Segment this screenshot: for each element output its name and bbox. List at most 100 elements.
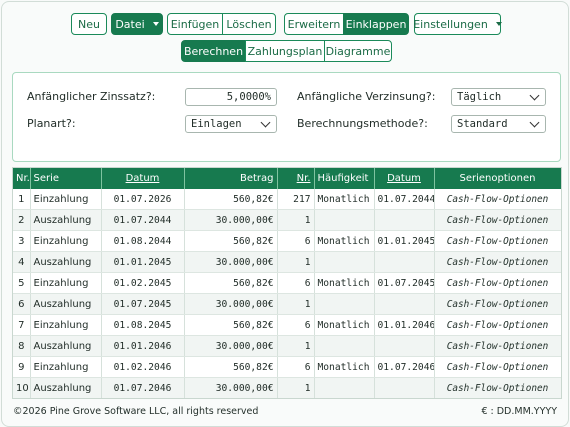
insert-button[interactable]: Einfügen xyxy=(167,13,223,35)
anzahl-cell[interactable]: 1 xyxy=(277,293,315,315)
anzahl-cell[interactable]: 1 xyxy=(277,335,315,357)
anzahl-cell[interactable]: 6 xyxy=(277,356,315,378)
betrag-cell[interactable]: 560,82€ xyxy=(184,356,278,378)
haeufigkeit-cell[interactable] xyxy=(314,377,375,398)
haeufigkeit-cell[interactable] xyxy=(314,209,375,231)
settings-menu-button[interactable]: Einstellungen xyxy=(413,13,502,35)
collapse-button[interactable]: Einklappen xyxy=(343,13,409,35)
interest-rate-input[interactable]: 5,0000% xyxy=(185,88,277,106)
delete-button[interactable]: Löschen xyxy=(222,13,276,35)
betrag-cell[interactable]: 560,82€ xyxy=(184,230,278,252)
row-number[interactable]: 4 xyxy=(13,251,31,273)
datum-cell[interactable]: 01.02.2046 xyxy=(101,356,185,378)
row-number[interactable]: 3 xyxy=(13,230,31,252)
enddatum-cell[interactable] xyxy=(374,293,435,315)
datum-cell[interactable]: 01.01.2045 xyxy=(101,251,185,273)
serie-cell[interactable]: Auszahlung xyxy=(30,293,102,315)
datum-cell[interactable]: 01.07.2046 xyxy=(101,377,185,398)
table-row[interactable]: 4 Auszahlung 01.01.2045 30.000,00€ 1 Cash-Flo… xyxy=(13,251,561,273)
anzahl-cell[interactable]: 217 xyxy=(277,189,315,210)
serie-cell[interactable]: Einzahlung xyxy=(30,314,102,336)
enddatum-cell[interactable] xyxy=(374,209,435,231)
haeufigkeit-cell[interactable] xyxy=(314,251,375,273)
anzahl-cell[interactable]: 6 xyxy=(277,314,315,336)
tab-zahlungsplan[interactable]: Zahlungsplan xyxy=(245,40,325,62)
betrag-cell[interactable]: 30.000,00€ xyxy=(184,251,278,273)
serienoptionen-cell[interactable]: Cash-Flow-Optionen xyxy=(434,209,561,231)
betrag-cell[interactable]: 30.000,00€ xyxy=(184,377,278,398)
row-number[interactable]: 1 xyxy=(13,189,31,210)
plan-type-select[interactable]: Einlagen xyxy=(185,115,277,133)
table-row[interactable]: 7 Einzahlung 01.08.2045 560,82€ 6 Monatlich 01… xyxy=(13,314,561,336)
table-row[interactable]: 9 Einzahlung 01.02.2046 560,82€ 6 Monatlich 01… xyxy=(13,356,561,378)
cashflow-table-container[interactable]: Nr. Serie Datum Betrag Nr. Häufigkeit Da… xyxy=(12,167,562,399)
haeufigkeit-cell[interactable]: Monatlich xyxy=(314,272,375,294)
serie-cell[interactable]: Auszahlung xyxy=(30,251,102,273)
row-number[interactable]: 8 xyxy=(13,335,31,357)
table-row[interactable]: 5 Einzahlung 01.02.2045 560,82€ 6 Monatlich 01… xyxy=(13,272,561,294)
datum-cell[interactable]: 01.01.2046 xyxy=(101,335,185,357)
col-header-anzahl[interactable]: Nr. xyxy=(277,168,315,189)
anzahl-cell[interactable]: 6 xyxy=(277,272,315,294)
haeufigkeit-cell[interactable]: Monatlich xyxy=(314,230,375,252)
enddatum-cell[interactable]: 01.01.2046 xyxy=(374,314,435,336)
haeufigkeit-cell[interactable]: Monatlich xyxy=(314,314,375,336)
tab-berechnen[interactable]: Berechnen xyxy=(181,40,246,62)
serienoptionen-cell[interactable]: Cash-Flow-Optionen xyxy=(434,189,561,210)
enddatum-cell[interactable] xyxy=(374,251,435,273)
row-number[interactable]: 6 xyxy=(13,293,31,315)
enddatum-cell[interactable] xyxy=(374,335,435,357)
serienoptionen-cell[interactable]: Cash-Flow-Optionen xyxy=(434,377,561,398)
row-number[interactable]: 10 xyxy=(13,377,31,398)
serienoptionen-cell[interactable]: Cash-Flow-Optionen xyxy=(434,314,561,336)
table-row[interactable]: 2 Auszahlung 01.07.2044 30.000,00€ 1 Cash-Flo… xyxy=(13,209,561,231)
serienoptionen-cell[interactable]: Cash-Flow-Optionen xyxy=(434,335,561,357)
betrag-cell[interactable]: 30.000,00€ xyxy=(184,293,278,315)
serie-cell[interactable]: Einzahlung xyxy=(30,356,102,378)
haeufigkeit-cell[interactable]: Monatlich xyxy=(314,189,375,210)
enddatum-cell[interactable]: 01.07.2046 xyxy=(374,356,435,378)
table-row[interactable]: 1 Einzahlung 01.07.2026 560,82€ 217 Monatlich… xyxy=(13,189,561,210)
enddatum-cell[interactable]: 01.01.2045 xyxy=(374,230,435,252)
haeufigkeit-cell[interactable] xyxy=(314,335,375,357)
serie-cell[interactable]: Auszahlung xyxy=(30,209,102,231)
datum-cell[interactable]: 01.07.2045 xyxy=(101,293,185,315)
row-number[interactable]: 5 xyxy=(13,272,31,294)
table-row[interactable]: 6 Auszahlung 01.07.2045 30.000,00€ 1 Cash-Flo… xyxy=(13,293,561,315)
expand-button[interactable]: Erweitern xyxy=(284,13,344,35)
betrag-cell[interactable]: 560,82€ xyxy=(184,314,278,336)
serie-cell[interactable]: Einzahlung xyxy=(30,189,102,210)
table-row[interactable]: 3 Einzahlung 01.08.2044 560,82€ 6 Monatlich 01… xyxy=(13,230,561,252)
col-header-enddatum[interactable]: Datum xyxy=(374,168,435,189)
serie-cell[interactable]: Einzahlung xyxy=(30,230,102,252)
anzahl-cell[interactable]: 1 xyxy=(277,251,315,273)
haeufigkeit-cell[interactable] xyxy=(314,293,375,315)
betrag-cell[interactable]: 30.000,00€ xyxy=(184,209,278,231)
row-number[interactable]: 9 xyxy=(13,356,31,378)
betrag-cell[interactable]: 560,82€ xyxy=(184,272,278,294)
serienoptionen-cell[interactable]: Cash-Flow-Optionen xyxy=(434,293,561,315)
serie-cell[interactable]: Auszahlung xyxy=(30,335,102,357)
haeufigkeit-cell[interactable]: Monatlich xyxy=(314,356,375,378)
enddatum-cell[interactable] xyxy=(374,377,435,398)
anzahl-cell[interactable]: 6 xyxy=(277,230,315,252)
table-row[interactable]: 10 Auszahlung 01.07.2046 30.000,00€ 1 Cash-Fl… xyxy=(13,377,561,398)
serie-cell[interactable]: Auszahlung xyxy=(30,377,102,398)
serienoptionen-cell[interactable]: Cash-Flow-Optionen xyxy=(434,230,561,252)
datum-cell[interactable]: 01.02.2045 xyxy=(101,272,185,294)
anzahl-cell[interactable]: 1 xyxy=(277,209,315,231)
table-row[interactable]: 8 Auszahlung 01.01.2046 30.000,00€ 1 Cash-Flo… xyxy=(13,335,561,357)
serienoptionen-cell[interactable]: Cash-Flow-Optionen xyxy=(434,356,561,378)
calc-method-select[interactable]: Standard xyxy=(451,115,546,133)
row-number[interactable]: 2 xyxy=(13,209,31,231)
serie-cell[interactable]: Einzahlung xyxy=(30,272,102,294)
datum-cell[interactable]: 01.07.2044 xyxy=(101,209,185,231)
datum-cell[interactable]: 01.08.2045 xyxy=(101,314,185,336)
compounding-select[interactable]: Täglich xyxy=(451,88,546,106)
tab-diagramme[interactable]: Diagramme xyxy=(324,40,392,62)
betrag-cell[interactable]: 560,82€ xyxy=(184,189,278,210)
enddatum-cell[interactable]: 01.07.2044 xyxy=(374,189,435,210)
row-number[interactable]: 7 xyxy=(13,314,31,336)
col-header-datum[interactable]: Datum xyxy=(101,168,185,189)
datum-cell[interactable]: 01.07.2026 xyxy=(101,189,185,210)
